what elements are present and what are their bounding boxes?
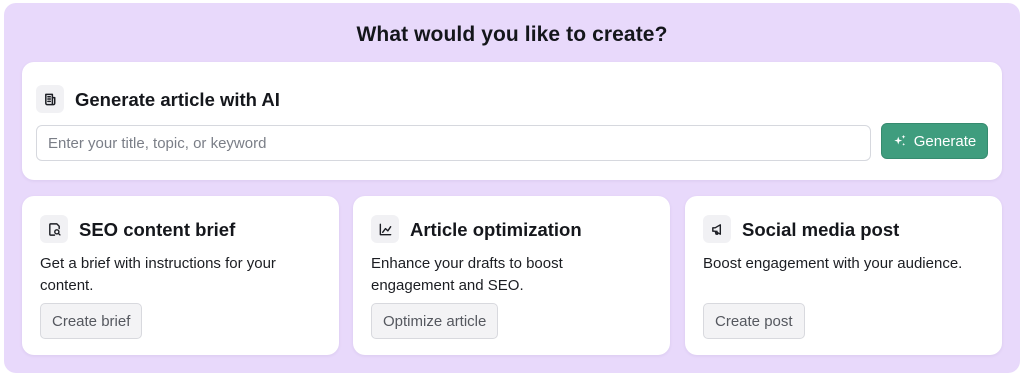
article-optimization-card: Article optimization Enhance your drafts… xyxy=(353,196,670,355)
topic-input[interactable] xyxy=(36,125,871,161)
create-post-button[interactable]: Create post xyxy=(703,303,805,339)
page-title: What would you like to create? xyxy=(356,23,668,46)
create-brief-button[interactable]: Create brief xyxy=(40,303,143,339)
social-media-post-title: Social media post xyxy=(742,219,900,240)
article-optimization-description: Enhance your drafts to boost engagement … xyxy=(371,255,563,294)
social-media-post-description: Boost engagement with your audience. xyxy=(703,255,963,272)
seo-content-brief-title: SEO content brief xyxy=(79,219,236,240)
generate-article-card: Generate article with AI Generate xyxy=(22,62,1002,180)
generate-button-label: Generate xyxy=(913,132,977,150)
article-optimization-title: Article optimization xyxy=(410,219,582,240)
article-icon xyxy=(36,85,64,113)
line-chart-icon xyxy=(371,215,399,243)
generate-button[interactable]: Generate xyxy=(881,123,988,159)
social-media-post-card: Social media post Boost engagement with … xyxy=(685,196,1002,355)
create-panel: What would you like to create? Generate … xyxy=(4,3,1020,373)
megaphone-icon xyxy=(703,215,731,243)
sparkles-icon xyxy=(893,134,907,148)
document-search-icon xyxy=(40,215,68,243)
generate-article-title: Generate article with AI xyxy=(75,89,280,110)
seo-content-brief-description: Get a brief with instructions for your c… xyxy=(40,255,276,294)
optimize-article-button[interactable]: Optimize article xyxy=(371,303,499,339)
seo-content-brief-card: SEO content brief Get a brief with instr… xyxy=(22,196,339,355)
